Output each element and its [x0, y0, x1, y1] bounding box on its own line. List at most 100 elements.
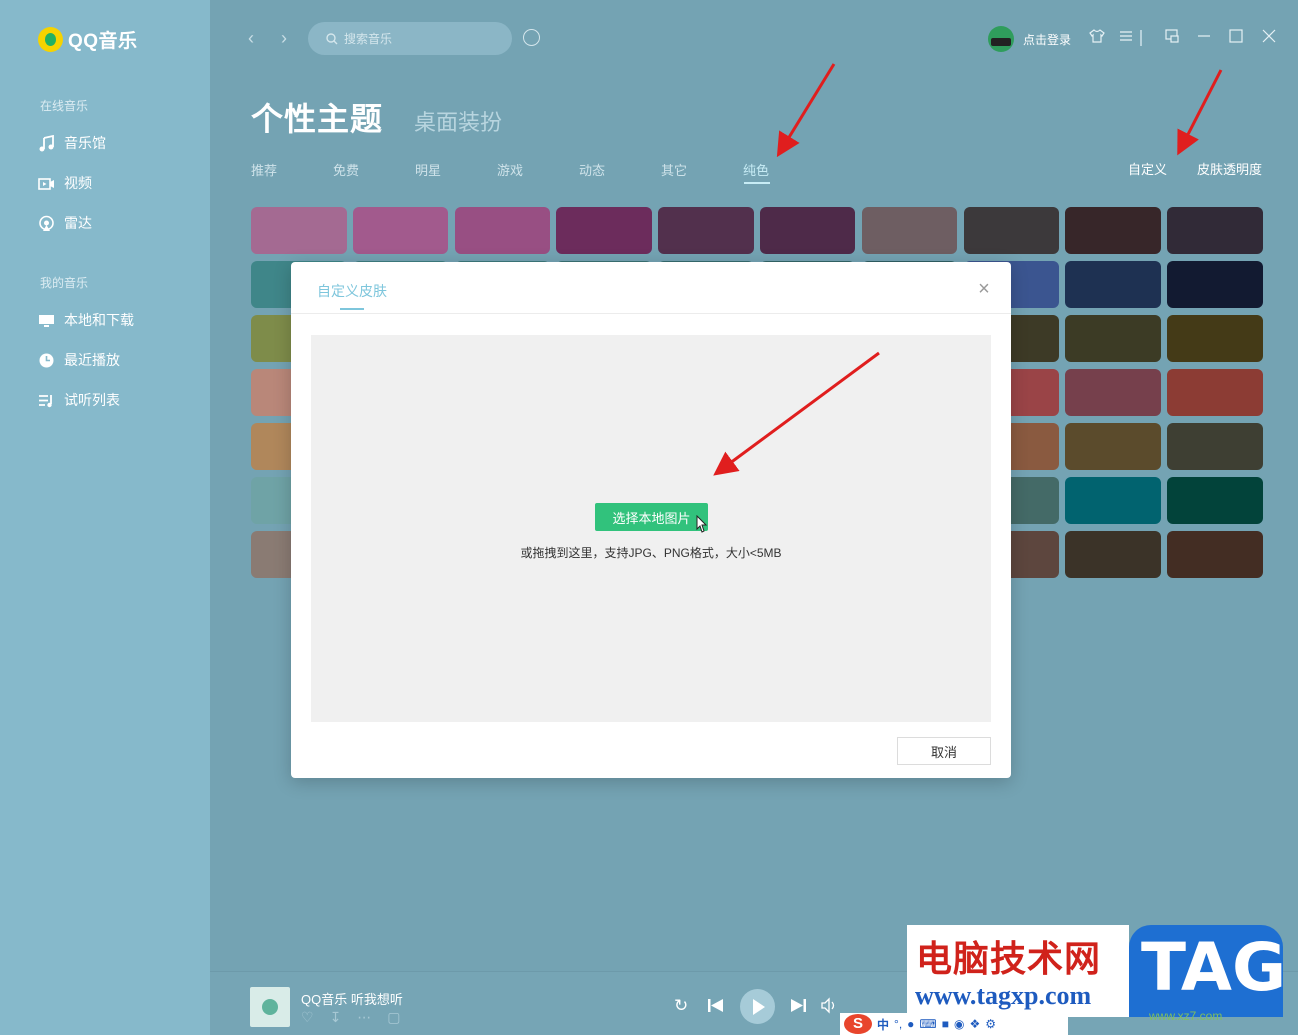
- menu-icon[interactable]: [1117, 28, 1135, 46]
- sidebar-item-recent[interactable]: 最近播放: [38, 350, 120, 370]
- desktop-decor-tab[interactable]: 桌面装扮: [414, 105, 502, 137]
- color-swatch[interactable]: [454, 207, 551, 254]
- login-link[interactable]: 点击登录: [1023, 31, 1071, 48]
- section-my-music: 我的音乐: [40, 276, 89, 290]
- color-swatch[interactable]: [1167, 477, 1263, 524]
- comment-icon[interactable]: ▢: [387, 1009, 400, 1026]
- color-swatch[interactable]: [251, 207, 347, 254]
- mini-mode-icon[interactable]: [1163, 28, 1181, 46]
- active-tab-indicator: [744, 182, 770, 184]
- maximize-icon[interactable]: [1227, 28, 1245, 46]
- toolbar-divider: [1140, 30, 1142, 46]
- dialog-title: 自定义皮肤: [317, 283, 387, 299]
- custom-skin-link[interactable]: 自定义: [1128, 159, 1167, 178]
- next-track-icon[interactable]: [790, 997, 807, 1019]
- video-icon: [38, 177, 54, 190]
- dialog-title-underline: [340, 308, 364, 310]
- watermark-small-url: www.xz7.com: [1149, 1009, 1223, 1023]
- search-icon: [326, 32, 338, 44]
- search-input[interactable]: [344, 31, 494, 46]
- color-swatch[interactable]: [861, 207, 958, 254]
- site-watermark: 电脑技术网 www.tagxp.com TAG www.xz7.com: [907, 925, 1287, 1023]
- avatar[interactable]: [988, 26, 1014, 52]
- color-swatch[interactable]: [1065, 423, 1161, 470]
- sidebar-item-video[interactable]: 视频: [38, 173, 92, 193]
- watermark-url: www.tagxp.com: [915, 981, 1092, 1010]
- sidebar-item-label: 雷达: [64, 215, 92, 231]
- image-drop-zone[interactable]: 选择本地图片 或拖拽到这里，支持JPG、PNG格式，大小<5MB: [311, 335, 991, 722]
- color-swatch[interactable]: [759, 207, 856, 254]
- ime-punctuation-icon[interactable]: °,: [894, 1017, 902, 1031]
- sidebar-item-label: 试听列表: [64, 392, 120, 408]
- sogou-logo-icon[interactable]: S: [844, 1014, 872, 1034]
- ime-apps-icon[interactable]: ❖: [969, 1017, 980, 1031]
- close-icon[interactable]: [1260, 28, 1278, 46]
- color-swatch[interactable]: [352, 207, 449, 254]
- playlist-icon: [39, 394, 52, 407]
- sidebar: QQ音乐 在线音乐 音乐馆 视频 雷达 我的音乐 本地和下载 最近播放 试听列表: [0, 0, 210, 1035]
- color-swatch[interactable]: [1065, 207, 1161, 254]
- color-swatch[interactable]: [1065, 261, 1161, 308]
- forward-arrow-icon[interactable]: ›: [281, 28, 287, 49]
- sidebar-item-label: 本地和下载: [64, 312, 134, 328]
- cancel-button[interactable]: 取消: [897, 737, 991, 765]
- loop-mode-icon[interactable]: ↻: [674, 996, 688, 1016]
- tab-dynamic[interactable]: 动态: [579, 160, 605, 179]
- watermark-tag-text: TAG: [1141, 929, 1287, 1006]
- page-title: 个性主题: [251, 101, 384, 137]
- skin-shirt-icon[interactable]: [1088, 28, 1106, 46]
- volume-icon[interactable]: [820, 997, 837, 1019]
- voice-search-icon[interactable]: [523, 29, 540, 46]
- tab-solid-color[interactable]: 纯色: [743, 160, 769, 179]
- section-online-music: 在线音乐: [40, 99, 89, 113]
- color-swatch[interactable]: [1167, 369, 1263, 416]
- back-arrow-icon[interactable]: ‹: [248, 28, 254, 49]
- color-swatch[interactable]: [1167, 315, 1263, 362]
- color-swatch[interactable]: [1167, 207, 1263, 254]
- sidebar-item-local-download[interactable]: 本地和下载: [38, 310, 134, 330]
- color-swatch[interactable]: [1167, 423, 1263, 470]
- ime-settings-icon[interactable]: ⚙: [985, 1017, 996, 1031]
- download-icon[interactable]: ↧: [330, 1009, 342, 1026]
- tab-other[interactable]: 其它: [661, 160, 687, 179]
- color-swatch[interactable]: [963, 207, 1060, 254]
- sidebar-item-radar[interactable]: 雷达: [38, 213, 92, 233]
- color-swatch[interactable]: [1065, 369, 1161, 416]
- color-swatch[interactable]: [1065, 531, 1161, 578]
- ime-keyboard-icon[interactable]: ⌨: [919, 1017, 936, 1031]
- ime-skin-icon[interactable]: ■: [942, 1017, 949, 1031]
- music-note-icon: [39, 134, 54, 151]
- ime-toolbar: S 中 °, ● ⌨ ■ ◉ ❖ ⚙: [840, 1013, 1068, 1035]
- tab-recommended[interactable]: 推荐: [251, 160, 277, 179]
- dialog-close-icon[interactable]: ×: [974, 279, 994, 299]
- color-swatch[interactable]: [1065, 315, 1161, 362]
- sidebar-item-trial-list[interactable]: 试听列表: [38, 390, 120, 410]
- tab-stars[interactable]: 明星: [415, 160, 441, 179]
- color-swatch[interactable]: [556, 207, 652, 254]
- color-swatch[interactable]: [1167, 531, 1263, 578]
- color-swatch[interactable]: [1167, 261, 1263, 308]
- more-icon[interactable]: ⋯: [357, 1009, 371, 1026]
- app-logo[interactable]: QQ音乐: [38, 26, 138, 53]
- search-box[interactable]: [308, 22, 512, 55]
- previous-track-icon[interactable]: [707, 997, 724, 1019]
- color-swatch[interactable]: [658, 207, 754, 254]
- tab-free[interactable]: 免费: [333, 160, 359, 179]
- album-cover[interactable]: [250, 987, 290, 1027]
- play-button[interactable]: [740, 989, 775, 1024]
- minimize-icon[interactable]: [1195, 28, 1213, 46]
- select-local-image-button[interactable]: 选择本地图片: [595, 503, 708, 531]
- color-swatch[interactable]: [1065, 477, 1161, 524]
- like-icon[interactable]: ♡: [301, 1009, 314, 1026]
- ime-mode[interactable]: 中: [877, 1016, 889, 1033]
- mouse-cursor-icon: [696, 515, 708, 533]
- ime-game-icon[interactable]: ◉: [954, 1017, 964, 1031]
- clock-icon: [39, 353, 54, 367]
- sidebar-item-music-hall[interactable]: 音乐馆: [38, 133, 106, 153]
- custom-skin-dialog: 自定义皮肤 × 选择本地图片 或拖拽到这里，支持JPG、PNG格式，大小<5MB…: [291, 262, 1011, 778]
- skin-transparency-link[interactable]: 皮肤透明度: [1197, 159, 1262, 178]
- ime-mic-icon[interactable]: ●: [907, 1017, 914, 1031]
- qq-music-logo-icon: [38, 27, 63, 52]
- sidebar-item-label: 音乐馆: [64, 135, 106, 151]
- tab-games[interactable]: 游戏: [497, 160, 523, 179]
